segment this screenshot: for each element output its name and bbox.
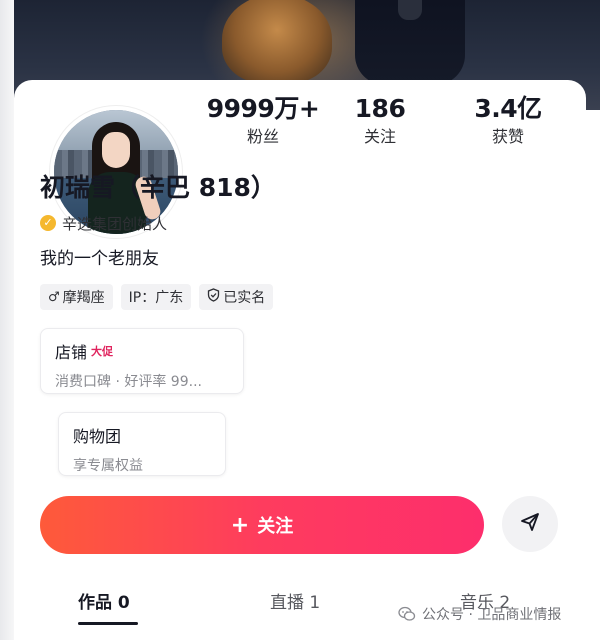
watermark-text: 公众号 · 卫品商业情报 — [422, 607, 562, 623]
follow-button-label: 关注 — [257, 516, 294, 537]
stat-following-label: 关注 — [363, 127, 396, 146]
send-icon — [519, 511, 541, 537]
active-tab-indicator — [78, 622, 138, 625]
wechat-icon — [398, 605, 416, 623]
stat-fans-label: 粉丝 — [246, 127, 279, 146]
shop-card[interactable]: 店铺 大促 消费口碑 · 好评率 99... — [40, 328, 244, 394]
tag-ip: IP：广东 — [120, 284, 192, 310]
profile-stats: 9999万+ 粉丝 186 关注 3.4亿 获赞 — [198, 94, 578, 164]
verified-badge-icon: ✓ — [40, 215, 56, 231]
profile-tags: ♂ 摩羯座 IP：广东 已实名 — [40, 284, 281, 310]
shop-subtitle: 消费口碑 · 好评率 99... — [55, 374, 202, 390]
profile-bio: 我的一个老朋友 — [40, 249, 159, 269]
tab-live[interactable]: 直播 1 — [270, 588, 320, 613]
banner-lion-image — [222, 0, 332, 84]
stat-likes[interactable]: 3.4亿 获赞 — [443, 94, 573, 150]
group-subtitle: 享专属权益 — [73, 458, 143, 474]
tag-verified: 已实名 — [199, 284, 274, 310]
shop-promo-badge: 大促 — [91, 345, 114, 358]
watermark: 公众号 · 卫品商业情报 — [398, 604, 561, 624]
plus-icon: + — [230, 512, 250, 538]
profile-name: 初瑞雪（辛巴 818） — [40, 173, 276, 202]
stat-likes-label: 获赞 — [491, 127, 524, 146]
stat-following[interactable]: 186 关注 — [330, 94, 430, 150]
group-title: 购物团 — [73, 427, 122, 446]
stat-fans[interactable]: 9999万+ 粉丝 — [198, 94, 328, 150]
stat-following-value: 186 — [354, 94, 406, 123]
tag-zodiac: ♂ 摩羯座 — [40, 284, 113, 310]
banner-person-neck — [398, 0, 422, 20]
shop-title-row: 店铺 大促 — [55, 339, 229, 363]
shop-title: 店铺 — [55, 343, 88, 362]
stat-fans-value: 9999万+ — [206, 94, 320, 123]
share-button[interactable] — [502, 496, 558, 552]
stat-likes-value: 3.4亿 — [474, 94, 542, 123]
tab-works[interactable]: 作品 0 — [78, 588, 130, 613]
profile-card: 9999万+ 粉丝 186 关注 3.4亿 获赞 初瑞雪（辛巴 818） ✓ 辛… — [14, 80, 586, 640]
male-icon: ♂ — [48, 289, 60, 305]
tag-verified-label: 已实名 — [223, 290, 266, 306]
follow-button[interactable]: + 关注 — [40, 496, 484, 554]
tag-zodiac-label: 摩羯座 — [62, 290, 105, 306]
tag-ip-label: IP：广东 — [128, 290, 184, 306]
shopping-group-card[interactable]: 购物团 享专属权益 — [58, 412, 226, 476]
verification-line: ✓ 辛选集团创始人 — [40, 212, 167, 234]
shield-check-icon — [207, 288, 220, 306]
left-edge — [0, 0, 14, 640]
verification-text: 辛选集团创始人 — [62, 214, 168, 233]
avatar-face — [102, 132, 130, 168]
